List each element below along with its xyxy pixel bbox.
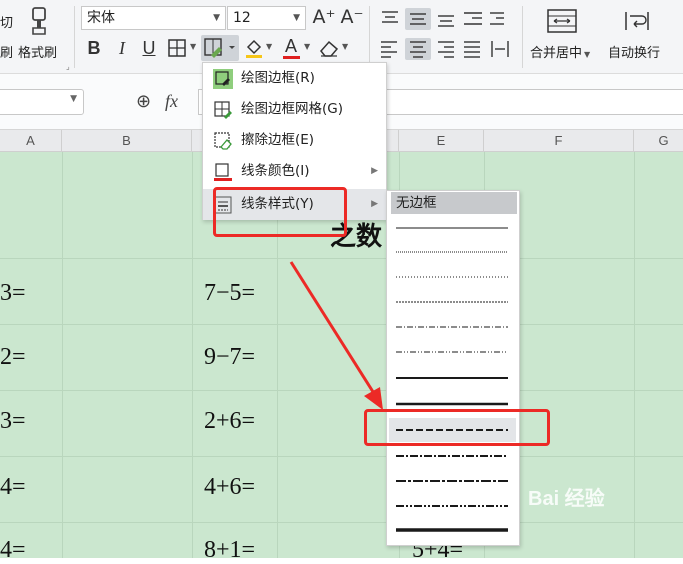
annotation-arrow (289, 261, 383, 410)
